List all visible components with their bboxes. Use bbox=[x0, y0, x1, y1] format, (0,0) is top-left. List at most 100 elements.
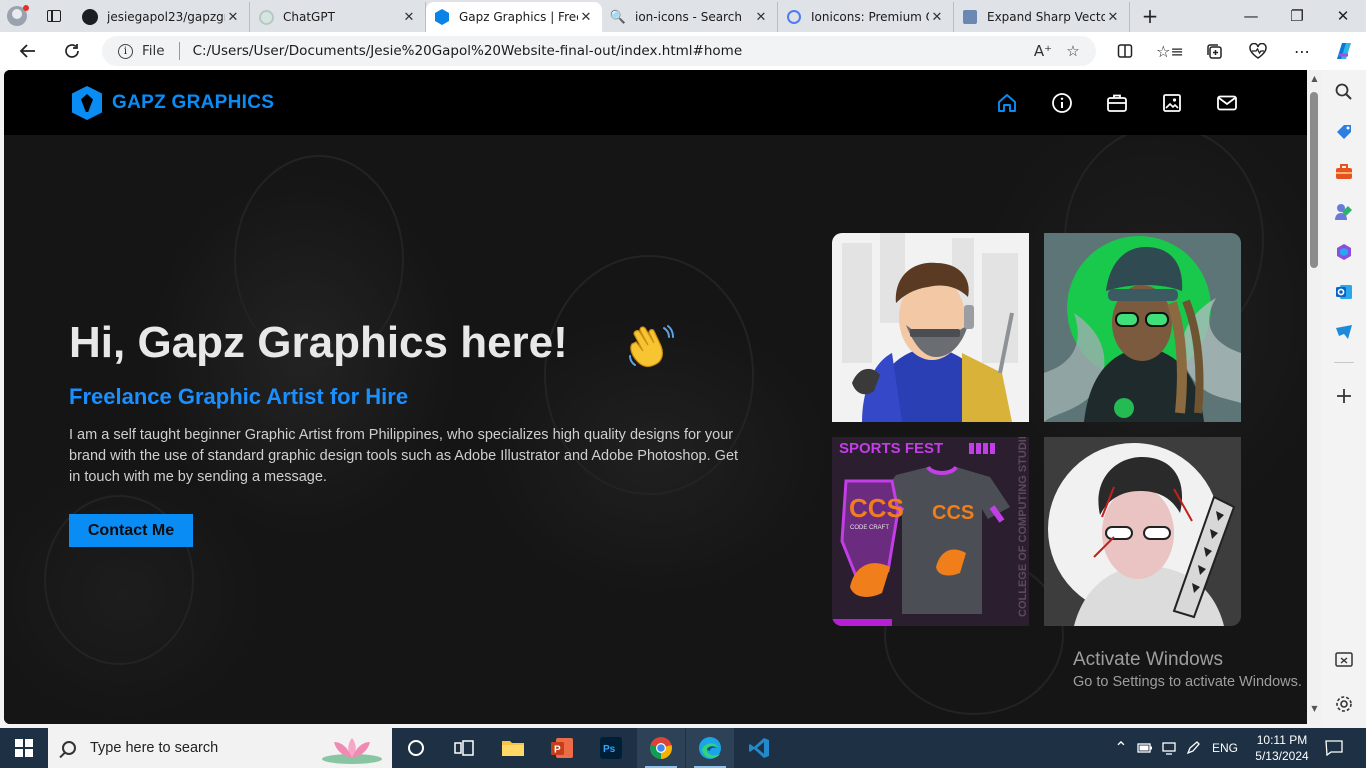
tab-close-button[interactable]: ✕ bbox=[753, 10, 769, 25]
tab-close-button[interactable]: ✕ bbox=[578, 10, 594, 25]
powerpoint-button[interactable]: P bbox=[538, 728, 586, 768]
waving-hand-icon bbox=[629, 325, 674, 368]
scroll-down-arrow[interactable]: ▼ bbox=[1307, 704, 1322, 713]
maximize-button[interactable]: ❐ bbox=[1274, 0, 1320, 32]
favorites-button[interactable]: ☆≡ bbox=[1148, 32, 1192, 70]
nav-services-link[interactable] bbox=[1106, 92, 1128, 114]
new-tab-button[interactable]: + bbox=[1130, 4, 1170, 28]
clock-date: 5/13/2024 bbox=[1255, 749, 1309, 763]
tab-gapz-graphics[interactable]: Gapz Graphics | Freel ✕ bbox=[426, 2, 602, 32]
info-icon bbox=[1052, 93, 1072, 113]
page-scrollbar[interactable]: ▲ ▼ bbox=[1307, 70, 1322, 724]
chevron-up-icon: ⌃ bbox=[1114, 740, 1128, 757]
sidebar-microsoft365-icon[interactable] bbox=[1334, 242, 1354, 262]
artwork-sports-fest: SPORTS FEST CCS CODE CRAFT CCS COLLEGE O… bbox=[832, 437, 1029, 626]
refresh-button[interactable] bbox=[52, 32, 92, 70]
tab-actions-button[interactable] bbox=[34, 0, 74, 32]
read-aloud-icon[interactable]: A⁺ bbox=[1028, 42, 1058, 60]
edge-sidebar bbox=[1322, 70, 1366, 728]
task-view-icon bbox=[454, 740, 474, 756]
tab-ionicons[interactable]: Ionicons: Premium O ✕ bbox=[778, 2, 954, 32]
favorite-star-icon[interactable]: ☆ bbox=[1058, 42, 1088, 60]
tab-close-button[interactable]: ✕ bbox=[1105, 10, 1121, 25]
notifications-button[interactable] bbox=[1320, 728, 1348, 768]
gallery-artwork-sports-fest[interactable]: SPORTS FEST CCS CODE CRAFT CCS COLLEGE O… bbox=[832, 437, 1029, 626]
pen-icon bbox=[1186, 741, 1200, 755]
scheme-label: File bbox=[142, 43, 165, 59]
edge-button[interactable] bbox=[686, 728, 734, 768]
windows-taskbar: Type here to search P Ps ⌃ ENG 10:11 PM … bbox=[0, 728, 1366, 768]
copilot-icon bbox=[1337, 43, 1351, 59]
powerpoint-icon: P bbox=[551, 738, 573, 758]
task-view-button[interactable] bbox=[392, 728, 440, 768]
brand-logo[interactable]: GAPZ GRAPHICS bbox=[72, 86, 274, 120]
tab-close-button[interactable]: ✕ bbox=[225, 10, 241, 25]
minimize-button[interactable]: — bbox=[1228, 0, 1274, 32]
tab-close-button[interactable]: ✕ bbox=[401, 10, 417, 25]
scroll-up-arrow[interactable]: ▲ bbox=[1307, 74, 1322, 83]
photoshop-button[interactable]: Ps bbox=[587, 728, 635, 768]
tab-github[interactable]: jesiegapol23/gapzgra ✕ bbox=[74, 2, 250, 32]
battery-button[interactable] bbox=[1134, 728, 1156, 768]
nav-contact-link[interactable] bbox=[1216, 92, 1238, 114]
nav-about-link[interactable] bbox=[1051, 92, 1073, 114]
back-button[interactable] bbox=[8, 32, 48, 70]
tab-strip: jesiegapol23/gapzgra ✕ ChatGPT ✕ Gapz Gr… bbox=[0, 0, 1366, 32]
system-clock[interactable]: 10:11 PM 5/13/2024 bbox=[1248, 732, 1316, 764]
split-screen-icon bbox=[1117, 44, 1133, 58]
gallery-artwork-white-portrait[interactable] bbox=[1044, 437, 1241, 626]
tab-chatgpt[interactable]: ChatGPT ✕ bbox=[250, 2, 426, 32]
tab-close-button[interactable]: ✕ bbox=[929, 10, 945, 25]
nav-portfolio-link[interactable] bbox=[1161, 92, 1183, 114]
gallery-artwork-green-portrait[interactable] bbox=[1044, 233, 1241, 422]
language-indicator[interactable]: ENG bbox=[1206, 728, 1244, 768]
svg-text:Ps: Ps bbox=[603, 744, 616, 755]
page-viewport: GAPZ GRAPHICS Hi, Gapz Graphics here! Fr… bbox=[4, 70, 1307, 724]
pen-button[interactable] bbox=[1182, 728, 1204, 768]
tab-ion-icons-search[interactable]: 🔍 ion-icons - Search ✕ bbox=[602, 2, 778, 32]
sidebar-outlook-icon[interactable] bbox=[1334, 282, 1354, 302]
sidebar-shopping-icon[interactable] bbox=[1334, 122, 1354, 142]
tab-title: ion-icons - Search bbox=[635, 10, 742, 24]
scrollbar-thumb[interactable] bbox=[1310, 92, 1318, 268]
tab-title: Gapz Graphics | Freel bbox=[459, 10, 578, 24]
site-info-icon[interactable]: i bbox=[118, 43, 133, 59]
split-screen-button[interactable] bbox=[1103, 32, 1147, 70]
back-arrow-icon bbox=[19, 44, 35, 58]
sidebar-tools-icon[interactable] bbox=[1334, 162, 1354, 182]
watermark-title: Activate Windows bbox=[1073, 649, 1223, 670]
sidebar-add-icon[interactable] bbox=[1334, 386, 1354, 406]
show-hidden-icons-button[interactable]: ⌃ bbox=[1110, 728, 1132, 768]
vscode-button[interactable] bbox=[735, 728, 783, 768]
tab-title: jesiegapol23/gapzgra bbox=[107, 10, 225, 24]
collections-button[interactable] bbox=[1192, 32, 1236, 70]
gallery-artwork-masked-avatar[interactable] bbox=[832, 233, 1029, 422]
settings-menu-button[interactable]: ⋯ bbox=[1280, 32, 1324, 70]
svg-text:P: P bbox=[554, 745, 561, 756]
chrome-button[interactable] bbox=[637, 728, 685, 768]
address-bar[interactable]: i File C:/Users/User/Documents/Jesie%20G… bbox=[102, 36, 1096, 66]
taskbar-search-box[interactable]: Type here to search bbox=[48, 728, 392, 768]
nav-home-link[interactable] bbox=[996, 92, 1018, 114]
search-highlight-lotus-icon bbox=[322, 738, 382, 764]
task-view-icon-button[interactable] bbox=[440, 728, 488, 768]
copilot-button[interactable] bbox=[1322, 32, 1366, 70]
browser-essentials-button[interactable] bbox=[1236, 32, 1280, 70]
site-navbar: GAPZ GRAPHICS bbox=[4, 70, 1307, 135]
close-window-button[interactable]: ✕ bbox=[1320, 0, 1366, 32]
file-explorer-button[interactable] bbox=[489, 728, 537, 768]
tab-title: ChatGPT bbox=[283, 10, 335, 24]
sidebar-settings-icon[interactable] bbox=[1334, 694, 1354, 714]
github-icon bbox=[82, 9, 98, 25]
url-text[interactable]: C:/Users/User/Documents/Jesie%20Gapol%20… bbox=[193, 43, 1028, 59]
network-button[interactable] bbox=[1158, 728, 1180, 768]
contact-me-button[interactable]: Contact Me bbox=[69, 514, 193, 547]
sidebar-games-icon[interactable] bbox=[1334, 202, 1354, 222]
sidebar-drop-icon[interactable] bbox=[1334, 322, 1354, 342]
tab-expand-sharp[interactable]: Expand Sharp Vector ✕ bbox=[954, 2, 1130, 32]
more-dots-icon: ⋯ bbox=[1294, 41, 1310, 61]
sidebar-search-icon[interactable] bbox=[1334, 82, 1354, 102]
start-button[interactable] bbox=[0, 728, 48, 768]
sidebar-screenshot-icon[interactable] bbox=[1334, 650, 1354, 670]
profile-button[interactable] bbox=[0, 0, 34, 32]
